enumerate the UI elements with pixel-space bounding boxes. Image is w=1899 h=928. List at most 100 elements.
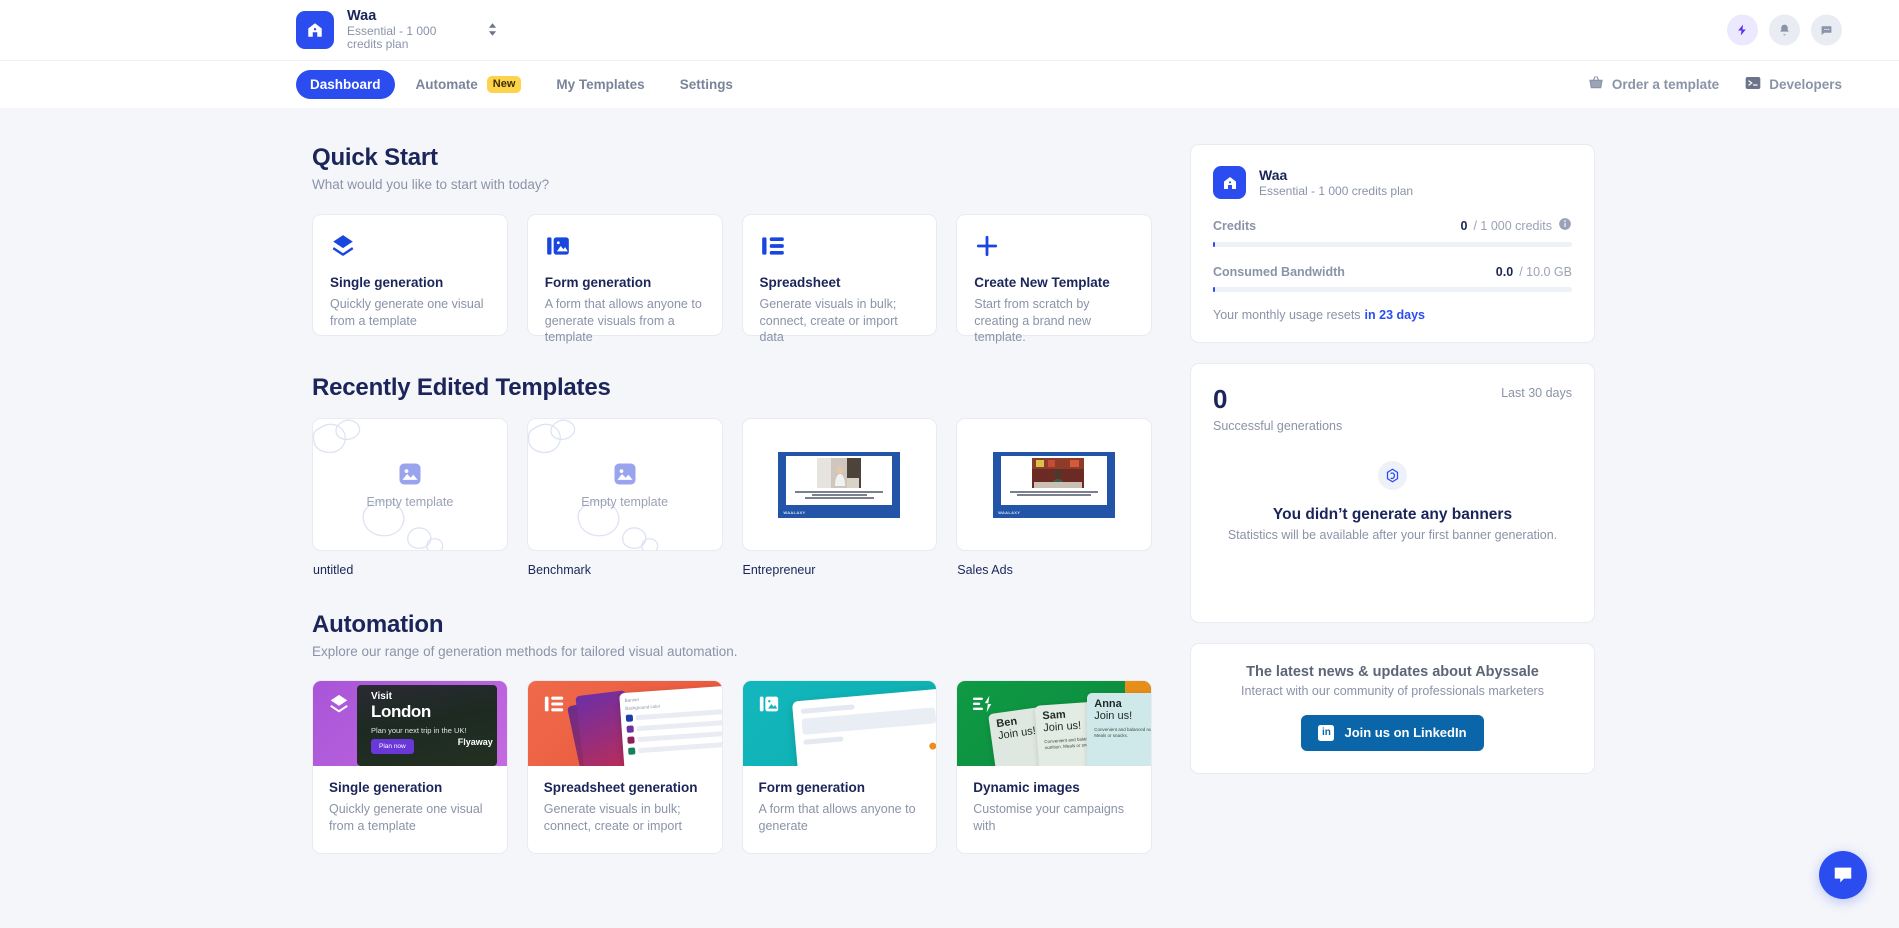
nav-item-automate[interactable]: Automate New: [402, 69, 536, 99]
art-headline: London: [371, 702, 431, 722]
layers-icon: [330, 233, 490, 259]
card-title: Spreadsheet: [760, 275, 920, 290]
nav-item-my-templates[interactable]: My Templates: [542, 70, 658, 99]
bolt-icon[interactable]: [1727, 15, 1758, 46]
generations-count: 0: [1213, 386, 1342, 412]
quick-start-subtitle: What would you like to start with today?: [312, 177, 1152, 192]
bandwidth-total: / 10.0 GB: [1519, 265, 1572, 279]
list-icon: [543, 693, 565, 720]
card-title: Create New Template: [974, 275, 1134, 290]
badge-new: New: [487, 76, 522, 92]
statistics-header: 0 Successful generations Last 30 days: [1191, 364, 1594, 433]
banner-text-lines: [1010, 490, 1098, 498]
nav-item-label: My Templates: [556, 77, 644, 92]
nav-links: Order a template Developers: [1588, 75, 1842, 94]
card-title: Spreadsheet generation: [544, 780, 706, 795]
workspace-switcher[interactable]: Waa Essential - 1 000 credits plan: [296, 8, 497, 52]
template-card-untitled[interactable]: Empty template untitled: [312, 418, 508, 577]
banner-photo: [1032, 458, 1076, 488]
list-icon: [760, 233, 920, 259]
image-placeholder-icon: [396, 460, 424, 488]
bandwidth-label: Consumed Bandwidth: [1213, 265, 1345, 279]
order-template-link[interactable]: Order a template: [1588, 75, 1719, 94]
template-card-entrepreneur[interactable]: WAALAXY Entrepreneur: [742, 418, 938, 577]
bandwidth-used: 0.0: [1496, 265, 1513, 279]
art-sub: Plan your next trip in the UK!: [371, 726, 466, 735]
basket-icon: [1588, 75, 1604, 94]
dynamic-icon: [972, 693, 994, 720]
join-linkedin-label: Join us on LinkedIn: [1344, 725, 1466, 740]
side-column: Waa Essential - 1 000 credits plan Credi…: [1190, 144, 1595, 854]
bandwidth-progress-bar: [1213, 287, 1572, 292]
developers-label: Developers: [1769, 77, 1842, 92]
recent-templates-grid: Empty template untitled: [312, 418, 1152, 577]
statistics-empty-desc: Statistics will be available after your …: [1225, 527, 1560, 544]
template-card-benchmark[interactable]: Empty template Benchmark: [527, 418, 723, 577]
nav-items: Dashboard Automate New My Templates Sett…: [296, 69, 747, 99]
chevron-updown-icon[interactable]: [488, 23, 497, 36]
template-name: untitled: [312, 563, 508, 577]
workspace-plan: Essential - 1 000 credits plan: [347, 25, 471, 53]
automation-subtitle: Explore our range of generation methods …: [312, 644, 1152, 659]
template-thumbnail[interactable]: Empty template: [312, 418, 508, 551]
nav-item-dashboard[interactable]: Dashboard: [296, 70, 395, 99]
art-brand: Flyaway: [458, 737, 493, 747]
statistics-range: Last 30 days: [1501, 386, 1572, 400]
main-nav: Dashboard Automate New My Templates Sett…: [0, 60, 1899, 108]
plus-icon: [974, 233, 1134, 259]
nav-item-settings[interactable]: Settings: [666, 70, 747, 99]
automation-card-form-generation[interactable]: Form generation A form that allows anyon…: [742, 680, 938, 854]
automation-card-single-generation[interactable]: Visit London Plan your next trip in the …: [312, 680, 508, 854]
card-title: Form generation: [759, 780, 921, 795]
top-bar-actions: [1727, 15, 1842, 46]
plan-description: Essential - 1 000 credits plan: [1259, 184, 1413, 198]
usage-reset-value: in 23 days: [1365, 308, 1425, 322]
automation-card-spreadsheet-generation[interactable]: Banner Background color: [527, 680, 723, 854]
template-thumbnail[interactable]: WAALAXY: [956, 418, 1152, 551]
developers-link[interactable]: Developers: [1745, 75, 1842, 94]
quick-start-card-form-generation[interactable]: Form generation A form that allows anyon…: [527, 214, 723, 336]
info-icon[interactable]: [1558, 217, 1572, 234]
statistics-empty-state: You didn’t generate any banners Statisti…: [1191, 433, 1594, 544]
card-desc: Generate visuals in bulk; connect, creat…: [544, 801, 706, 835]
main-column: Quick Start What would you like to start…: [312, 144, 1152, 854]
chat-icon[interactable]: [1811, 15, 1842, 46]
join-linkedin-button[interactable]: in Join us on LinkedIn: [1301, 715, 1483, 751]
template-thumbnail[interactable]: WAALAXY: [742, 418, 938, 551]
news-title: The latest news & updates about Abyssale: [1213, 664, 1572, 680]
chat-bubble-icon[interactable]: [1819, 851, 1867, 899]
template-name: Entrepreneur: [742, 563, 938, 577]
quick-start-title: Quick Start: [312, 144, 1152, 172]
quick-start-card-create-new-template[interactable]: Create New Template Start from scratch b…: [956, 214, 1152, 336]
form-image-icon: [545, 233, 705, 259]
automation-card-art: [743, 681, 937, 766]
automation-card-dynamic-images[interactable]: BenJoin us! SamJoin us!Convenient and ba…: [956, 680, 1152, 854]
bell-icon[interactable]: [1769, 15, 1800, 46]
cube-icon: [1378, 461, 1407, 490]
template-name: Sales Ads: [956, 563, 1152, 577]
plan-header: Waa Essential - 1 000 credits plan: [1191, 145, 1594, 199]
quick-start-grid: Single generation Quickly generate one v…: [312, 214, 1152, 336]
linkedin-icon: in: [1318, 725, 1334, 741]
plan-name: Waa: [1259, 167, 1413, 185]
empty-template-text: Empty template: [366, 495, 453, 509]
quick-start-card-spreadsheet[interactable]: Spreadsheet Generate visuals in bulk; co…: [742, 214, 938, 336]
automation-section: Automation Explore our range of generati…: [312, 611, 1152, 854]
usage-reset-row: Your monthly usage resetsin 23 days: [1191, 292, 1594, 342]
bandwidth-meter: Consumed Bandwidth 0.0 / 10.0 GB: [1191, 265, 1594, 292]
card-desc: Quickly generate one visual from a templ…: [329, 801, 491, 835]
credits-progress-bar: [1213, 242, 1572, 247]
page-body: Quick Start What would you like to start…: [0, 108, 1899, 928]
quick-start-card-single-generation[interactable]: Single generation Quickly generate one v…: [312, 214, 508, 336]
card-desc: Start from scratch by creating a brand n…: [974, 296, 1134, 346]
automation-title: Automation: [312, 611, 1152, 639]
news-desc: Interact with our community of professio…: [1213, 684, 1572, 698]
automation-grid: Visit London Plan your next trip in the …: [312, 680, 1152, 854]
nav-item-label: Settings: [680, 77, 733, 92]
card-title: Form generation: [545, 275, 705, 290]
template-card-sales-ads[interactable]: WAALAXY Sales Ads: [956, 418, 1152, 577]
template-thumbnail[interactable]: Empty template: [527, 418, 723, 551]
credits-total: / 1 000 credits: [1473, 219, 1552, 233]
statistics-panel: 0 Successful generations Last 30 days Yo…: [1190, 363, 1595, 623]
recent-templates-title: Recently Edited Templates: [312, 374, 1152, 402]
